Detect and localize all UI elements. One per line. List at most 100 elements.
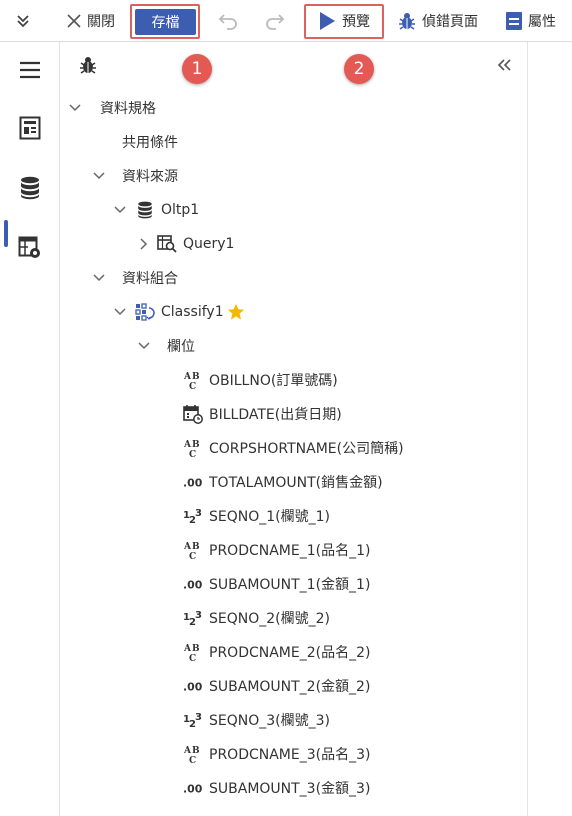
svg-text:C: C xyxy=(189,552,196,560)
svg-text:A: A xyxy=(183,644,192,654)
step-1-badge: 1 xyxy=(182,54,212,84)
redo-button[interactable] xyxy=(264,0,286,42)
integer-type-icon: 123 xyxy=(183,506,203,526)
properties-button[interactable]: 屬性 xyxy=(505,0,556,42)
svg-text:3: 3 xyxy=(195,508,202,519)
field-label: BILLDATE(出貨日期) xyxy=(209,407,342,423)
date-type-icon xyxy=(183,404,203,424)
menu-button[interactable] xyxy=(0,50,60,94)
menu-icon xyxy=(19,61,41,83)
field-label: SUBAMOUNT_2(金額_2) xyxy=(209,679,371,695)
svg-text:B: B xyxy=(192,542,200,552)
redo-icon xyxy=(264,12,286,30)
tree-node-label: 欄位 xyxy=(167,339,195,355)
debug-page-label: 偵錯頁面 xyxy=(422,14,478,30)
svg-text:.00: .00 xyxy=(183,477,203,490)
field-item[interactable]: ABC PRODCNAME_1(品名_1) xyxy=(183,535,370,565)
collapse-panel-button[interactable] xyxy=(496,52,512,82)
tree-node-data-combination[interactable]: 資料組合 xyxy=(92,263,178,293)
properties-icon xyxy=(505,11,523,31)
tree-node-classify[interactable]: Classify1 xyxy=(113,297,245,327)
svg-text:B: B xyxy=(192,746,200,756)
field-label: PRODCNAME_2(品名_2) xyxy=(209,645,371,661)
close-label: 關閉 xyxy=(87,14,115,30)
svg-text:A: A xyxy=(183,542,192,552)
text-type-icon: ABC xyxy=(183,642,203,662)
debug-toggle[interactable] xyxy=(78,52,98,82)
field-item[interactable]: .00 SUBAMOUNT_2(金額_2) xyxy=(183,671,370,701)
decimal-type-icon: .00 xyxy=(183,778,203,798)
bug-icon xyxy=(397,11,417,31)
step-2-badge: 2 xyxy=(344,54,374,84)
field-item[interactable]: ABC PRODCNAME_3(品名_3) xyxy=(183,739,370,769)
field-label: TOTALAMOUNT(銷售金額) xyxy=(209,475,383,491)
tree-node-oltp[interactable]: Oltp1 xyxy=(113,195,199,225)
close-button[interactable]: 關閉 xyxy=(66,0,115,42)
field-label: SEQNO_1(欄號_1) xyxy=(209,509,330,525)
field-item[interactable]: .00 SUBAMOUNT_3(金額_3) xyxy=(183,773,370,803)
bug-icon xyxy=(78,55,98,79)
field-item[interactable]: BILLDATE(出貨日期) xyxy=(183,399,342,429)
tree-node-data-source[interactable]: 資料來源 xyxy=(92,161,178,191)
integer-type-icon: 123 xyxy=(183,608,203,628)
debug-page-button[interactable]: 偵錯頁面 xyxy=(397,0,478,42)
field-label: CORPSHORTNAME(公司簡稱) xyxy=(209,441,404,457)
svg-text:.00: .00 xyxy=(183,681,203,694)
field-label: SEQNO_2(欄號_2) xyxy=(209,611,330,627)
field-item[interactable]: 123 SEQNO_2(欄號_2) xyxy=(183,603,330,633)
field-item[interactable]: ABC PRODCNAME_2(品名_2) xyxy=(183,637,370,667)
data-source-button[interactable] xyxy=(0,168,60,212)
page-layout-button[interactable] xyxy=(0,108,60,152)
svg-text:A: A xyxy=(183,372,192,382)
chevron-down-icon xyxy=(113,203,127,217)
svg-text:3: 3 xyxy=(195,610,202,621)
left-rail xyxy=(0,42,60,816)
tree-node-data-spec[interactable]: 資料規格 xyxy=(68,93,156,123)
tree-node-fields[interactable]: 欄位 xyxy=(137,331,195,361)
field-item[interactable]: ABC OBILLNO(訂單號碼) xyxy=(183,365,338,395)
panel-divider xyxy=(527,42,528,816)
tree-node-label: 資料規格 xyxy=(100,101,156,117)
svg-text:B: B xyxy=(192,644,200,654)
play-icon xyxy=(318,11,336,31)
settings-button[interactable] xyxy=(0,228,60,272)
settings-table-icon xyxy=(18,236,42,264)
table-search-icon xyxy=(157,234,177,254)
svg-text:.00: .00 xyxy=(183,579,203,592)
tree-node-query[interactable]: Query1 xyxy=(137,229,234,259)
field-label: PRODCNAME_1(品名_1) xyxy=(209,543,371,559)
chevron-down-icon xyxy=(113,305,127,319)
field-item[interactable]: .00 TOTALAMOUNT(銷售金額) xyxy=(183,467,383,497)
star-icon xyxy=(227,303,245,321)
database-icon xyxy=(20,176,40,204)
expand-toolbar-button[interactable] xyxy=(14,0,32,42)
svg-text:C: C xyxy=(189,450,196,458)
close-icon xyxy=(66,13,82,29)
svg-text:B: B xyxy=(192,440,200,450)
tree-node-common-conditions[interactable]: 共用條件 xyxy=(122,127,178,157)
field-item[interactable]: 123 SEQNO_1(欄號_1) xyxy=(183,501,330,531)
field-item[interactable]: .00 SUBAMOUNT_1(金額_1) xyxy=(183,569,370,599)
tree-node-label: Oltp1 xyxy=(161,202,200,218)
undo-button[interactable] xyxy=(217,0,239,42)
field-item[interactable]: ABC CORPSHORTNAME(公司簡稱) xyxy=(183,433,404,463)
decimal-type-icon: .00 xyxy=(183,472,203,492)
field-label: PRODCNAME_3(品名_3) xyxy=(209,747,371,763)
save-button[interactable]: 存檔 xyxy=(135,9,196,35)
svg-text:B: B xyxy=(192,372,200,382)
svg-text:.00: .00 xyxy=(183,783,203,796)
chevron-down-icon xyxy=(92,271,106,285)
chevron-down-icon xyxy=(137,339,151,353)
decimal-type-icon: .00 xyxy=(183,676,203,696)
properties-label: 屬性 xyxy=(528,14,556,30)
chevron-down-icon xyxy=(92,169,106,183)
field-item[interactable]: 123 SEQNO_3(欄號_3) xyxy=(183,705,330,735)
double-chevron-down-icon xyxy=(14,12,32,30)
toolbar: 關閉 存檔 預覽 偵錯頁面 屬性 xyxy=(0,0,572,42)
classify-grid-icon xyxy=(135,302,155,322)
text-type-icon: ABC xyxy=(183,540,203,560)
svg-text:A: A xyxy=(183,746,192,756)
field-label: SUBAMOUNT_1(金額_1) xyxy=(209,577,371,593)
chevron-right-icon xyxy=(137,237,151,251)
preview-button[interactable]: 預覽 xyxy=(318,0,370,42)
